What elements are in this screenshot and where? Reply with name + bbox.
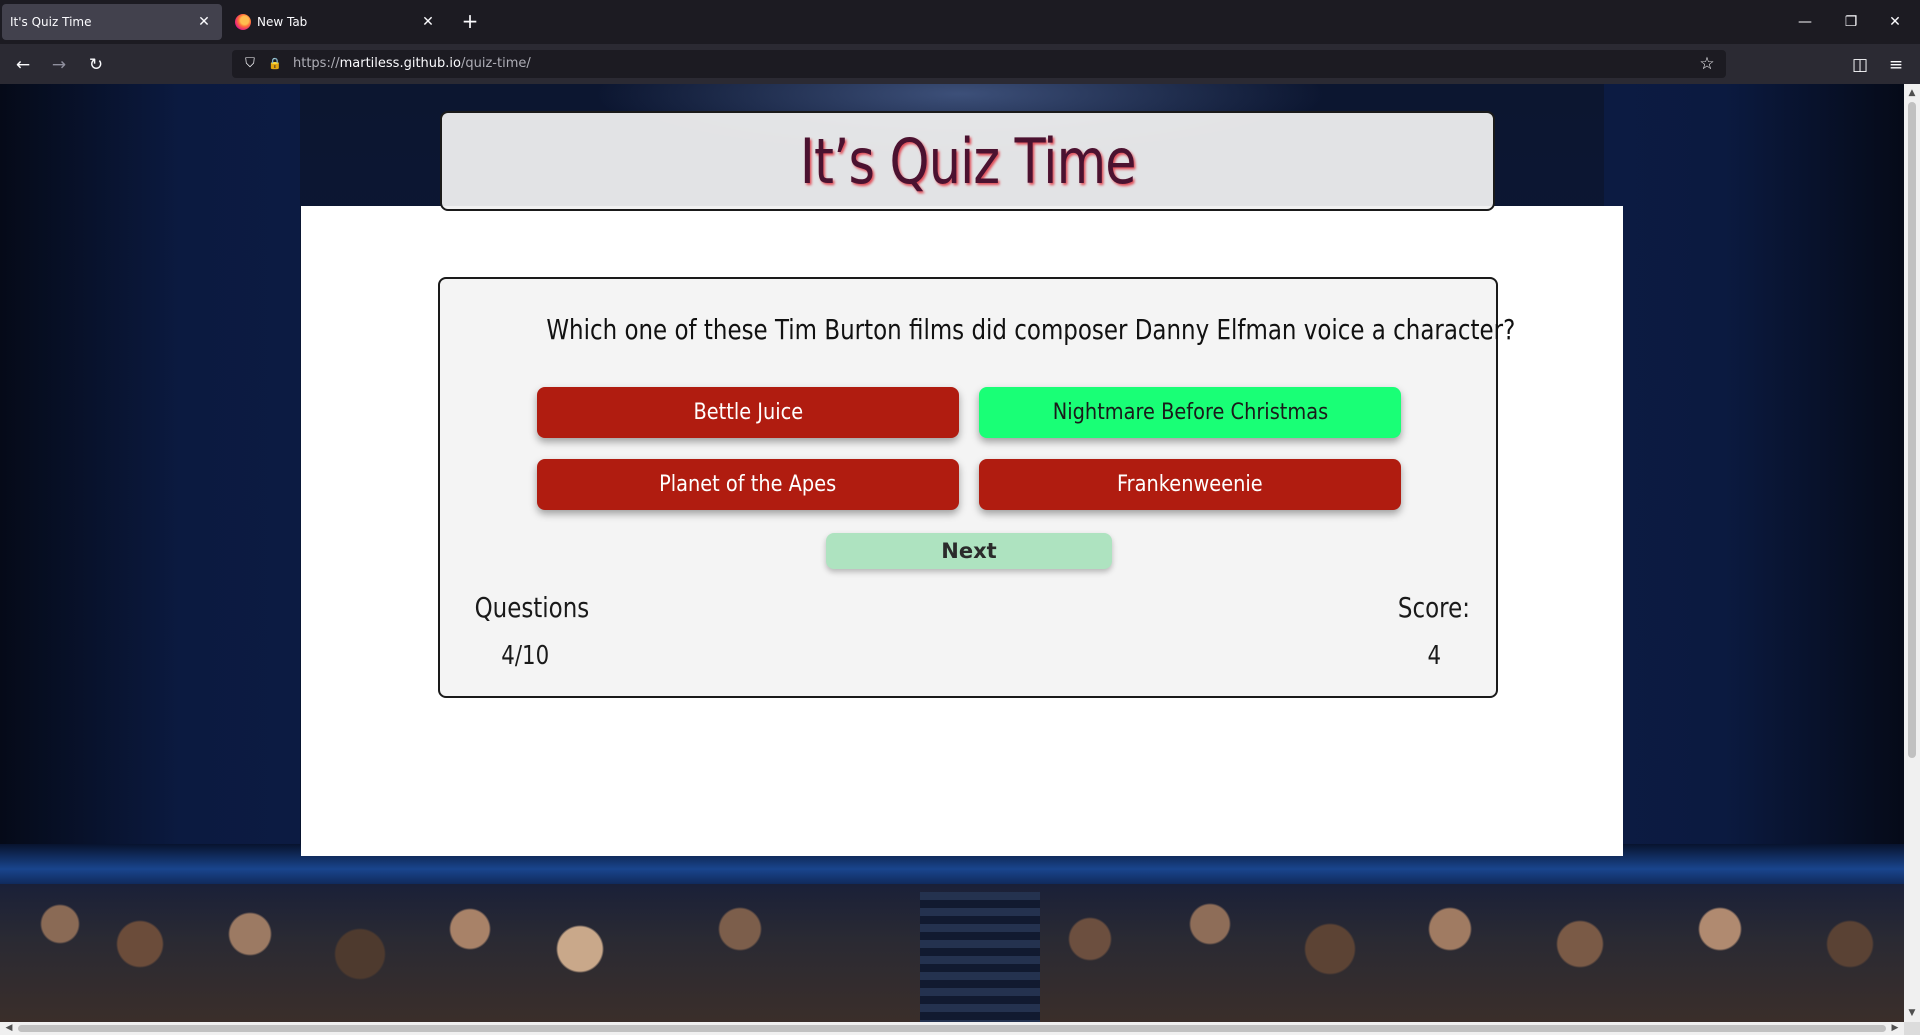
next-button[interactable]: Next [826, 533, 1112, 569]
horizontal-scrollbar[interactable]: ◀ ▶ [0, 1022, 1904, 1035]
question-text: Which one of these Tim Burton films did … [546, 313, 1516, 346]
score-label: Score: [1397, 591, 1470, 624]
answer-button-3[interactable]: Planet of the Apes [537, 459, 959, 510]
questions-label: Questions [474, 591, 590, 624]
vertical-scroll-thumb[interactable] [1908, 102, 1916, 758]
tab-new-tab[interactable]: New Tab ✕ [226, 4, 446, 40]
background-wall-right [1604, 84, 1904, 844]
close-tab-icon[interactable]: ✕ [418, 12, 438, 32]
title-banner: It’s Quiz Time [440, 111, 1495, 211]
menu-icon[interactable]: ≡ [1884, 53, 1908, 77]
vertical-scrollbar[interactable]: ▲ ▼ [1904, 84, 1920, 1022]
close-tab-icon[interactable]: ✕ [194, 12, 214, 32]
reload-icon[interactable]: ↻ [84, 53, 108, 77]
url-host: martiless.github.io [339, 56, 461, 71]
scroll-down-icon[interactable]: ▼ [1904, 1006, 1920, 1020]
bookmark-star-icon[interactable]: ☆ [1696, 53, 1718, 75]
pocket-icon[interactable]: ◫ [1848, 53, 1872, 77]
page-title: It’s Quiz Time [799, 124, 1137, 198]
background-aisle [920, 892, 1040, 1022]
minimize-icon[interactable]: — [1792, 10, 1818, 34]
restore-icon[interactable]: ❐ [1838, 10, 1864, 34]
scroll-up-icon[interactable]: ▲ [1904, 86, 1920, 100]
tab-title: It's Quiz Time [10, 15, 92, 29]
tab-bar: It's Quiz Time ✕ New Tab ✕ + — ❐ ✕ [0, 0, 1920, 44]
scrollbar-corner [1904, 1022, 1920, 1035]
close-window-icon[interactable]: ✕ [1882, 10, 1908, 34]
url-prefix: https:// [293, 56, 340, 71]
back-icon[interactable]: ← [11, 53, 35, 77]
answer-button-4[interactable]: Frankenweenie [979, 459, 1401, 510]
quiz-card: Which one of these Tim Burton films did … [438, 277, 1516, 698]
horizontal-scroll-thumb[interactable] [18, 1025, 1886, 1032]
firefox-icon [235, 14, 251, 30]
scroll-left-icon[interactable]: ◀ [2, 1022, 16, 1035]
answer-button-2[interactable]: Nightmare Before Christmas [979, 387, 1401, 438]
shield-icon[interactable]: ⛉ [241, 54, 259, 74]
forward-icon[interactable]: → [47, 53, 71, 77]
score-value: 4 [1427, 641, 1442, 671]
url-bar[interactable]: ⛉ 🔒 https://martiless.github.io/quiz-tim… [232, 50, 1726, 78]
lock-icon[interactable]: 🔒 [266, 54, 284, 74]
background-wall-left [0, 84, 300, 844]
url-path: /quiz-time/ [460, 56, 531, 71]
questions-count: 4/10 [501, 641, 550, 671]
tab-quiz[interactable]: It's Quiz Time ✕ [2, 4, 222, 40]
answer-button-1[interactable]: Bettle Juice [537, 387, 959, 438]
navigation-bar: ← → ↻ ⛉ 🔒 https://martiless.github.io/qu… [0, 44, 1920, 84]
tab-title: New Tab [257, 15, 308, 29]
scroll-right-icon[interactable]: ▶ [1888, 1022, 1902, 1035]
url-text[interactable]: https://martiless.github.io/quiz-time/ [293, 56, 531, 71]
page-viewport: It’s Quiz Time Which one of these Tim Bu… [0, 84, 1904, 1022]
new-tab-button[interactable]: + [458, 10, 482, 34]
